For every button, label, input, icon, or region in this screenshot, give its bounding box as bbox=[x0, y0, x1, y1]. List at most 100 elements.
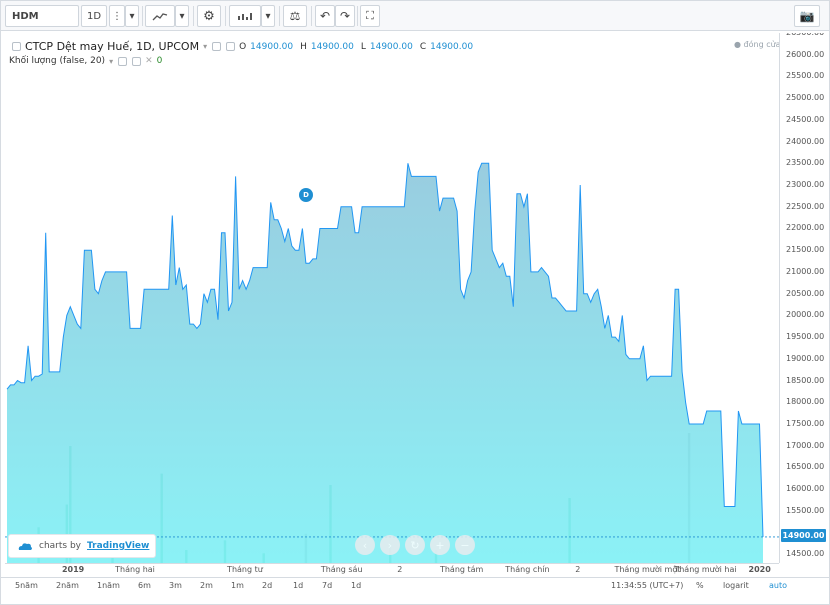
volume-value: 0 bbox=[156, 56, 163, 66]
price-tick-label: 25500.00 bbox=[786, 71, 825, 81]
interval-button[interactable]: 1D bbox=[81, 5, 107, 27]
high-value: 14900.00 bbox=[310, 41, 354, 52]
market-status-dot-icon: ● bbox=[734, 40, 741, 49]
price-tick-label: 26000.00 bbox=[786, 49, 825, 59]
price-scale[interactable]: 26500.00 26000.00 25500.00 25000.00 24500.00… bbox=[779, 33, 829, 563]
price-tick-label: 20000.00 bbox=[786, 310, 825, 320]
line-chart-icon[interactable] bbox=[145, 5, 175, 27]
price-tick-label: 16500.00 bbox=[786, 462, 825, 472]
price-tick-label: 18500.00 bbox=[786, 375, 825, 385]
auto-scale-button[interactable]: auto bbox=[769, 581, 787, 590]
percent-scale-button[interactable]: % bbox=[696, 581, 704, 590]
more-dots-icon[interactable]: ⋮ bbox=[109, 5, 125, 27]
range-2m-button[interactable]: 2m bbox=[200, 581, 213, 590]
price-tick-label: 19000.00 bbox=[786, 353, 825, 363]
series-settings-icon[interactable] bbox=[226, 42, 236, 51]
symbol-search-input[interactable]: HDM bbox=[5, 5, 79, 27]
range-6m-button[interactable]: 6m bbox=[138, 581, 151, 590]
price-area-chart bbox=[5, 162, 779, 563]
time-axis[interactable]: 2019 Tháng hai Tháng tư Tháng sáu 2 Tháng tám… bbox=[5, 563, 779, 577]
volume-remove-icon[interactable]: ✕ bbox=[145, 56, 153, 66]
time-tick-label: 2019 bbox=[61, 565, 85, 574]
line-chart-icon-svg bbox=[152, 13, 168, 21]
volume-settings-icon[interactable] bbox=[132, 56, 142, 66]
price-tick-label: 21500.00 bbox=[786, 245, 825, 255]
indicators-chevron-icon[interactable]: ▾ bbox=[261, 5, 275, 27]
clock: 11:34:55 (UTC+7) bbox=[611, 581, 684, 590]
range-7d-button[interactable]: 7d bbox=[322, 581, 332, 590]
time-tick-label: Tháng sáu bbox=[320, 565, 363, 574]
market-status: ● đóng cửa bbox=[734, 40, 781, 49]
range-5y-button[interactable]: 5năm bbox=[15, 581, 38, 590]
compare-scale-icon[interactable]: ⚖ bbox=[283, 5, 307, 27]
indicators-icon-svg bbox=[238, 13, 252, 20]
price-tick-label: 23500.00 bbox=[786, 158, 825, 168]
price-tick-label: 16000.00 bbox=[786, 484, 825, 494]
range-2d-button[interactable]: 2d bbox=[262, 581, 272, 590]
redo-icon[interactable]: ↷ bbox=[335, 5, 355, 27]
log-scale-button[interactable]: logarit bbox=[723, 581, 749, 590]
price-tick-label: 15500.00 bbox=[786, 505, 825, 515]
close-value: 14900.00 bbox=[430, 41, 474, 52]
volume-title: Khối lượng (false, 20) bbox=[9, 56, 106, 66]
price-tick-label: 24500.00 bbox=[786, 114, 825, 124]
time-tick-label: Tháng tám bbox=[439, 565, 484, 574]
price-tick-label: 14500.00 bbox=[786, 549, 825, 559]
time-tick-label: Tháng mười hai bbox=[674, 565, 737, 574]
open-value: 14900.00 bbox=[250, 41, 294, 52]
volume-visibility-icon[interactable] bbox=[118, 56, 128, 66]
last-price-badge: 14900.00 bbox=[781, 529, 826, 542]
market-status-text: đóng cửa bbox=[743, 40, 781, 49]
series-menu-chevron-icon[interactable]: ▾ bbox=[203, 42, 207, 51]
open-key: O bbox=[239, 41, 247, 52]
low-key: L bbox=[360, 41, 366, 52]
zoom-out-icon[interactable]: − bbox=[455, 535, 475, 555]
price-tick-label: 23000.00 bbox=[786, 180, 825, 190]
top-toolbar: HDM 1D ⋮ ▾ ▾ ⚙ ▾ ⚖ ↶ ↷ ⛶ 📷 bbox=[1, 1, 829, 31]
range-1d-button[interactable]: 1d bbox=[293, 581, 303, 590]
chart-pane[interactable] bbox=[5, 33, 779, 563]
series-title: CTCP Dệt may Huế, 1D, UPCOM bbox=[25, 40, 200, 53]
reset-chart-icon[interactable]: ↻ bbox=[405, 535, 425, 555]
time-tick-label: Tháng tư bbox=[227, 565, 263, 574]
tradingview-cloud-icon bbox=[18, 543, 32, 550]
range-1y-button[interactable]: 1năm bbox=[97, 581, 120, 590]
fullscreen-icon[interactable]: ⛶ bbox=[360, 5, 380, 27]
low-value: 14900.00 bbox=[369, 41, 413, 52]
price-tick-label: 24000.00 bbox=[786, 136, 825, 146]
range-1m-button[interactable]: 1m bbox=[231, 581, 244, 590]
gear-icon[interactable]: ⚙ bbox=[197, 5, 221, 27]
indicators-icon[interactable] bbox=[229, 5, 261, 27]
price-tick-label: 22500.00 bbox=[786, 201, 825, 211]
range-1d-alt-button[interactable]: 1d bbox=[351, 581, 361, 590]
series-visibility-icon[interactable] bbox=[212, 42, 222, 51]
time-tick-label: 2020 bbox=[748, 565, 771, 574]
collapse-legend-icon[interactable] bbox=[12, 42, 21, 51]
chart-widget: HDM 1D ⋮ ▾ ▾ ⚙ ▾ ⚖ ↶ ↷ ⛶ 📷 CTCP Dệt may … bbox=[0, 0, 830, 605]
range-2y-button[interactable]: 2năm bbox=[56, 581, 79, 590]
chart-legend: CTCP Dệt may Huế, 1D, UPCOM ▾ O 14900.00… bbox=[11, 40, 476, 53]
tradingview-attribution[interactable]: charts by TradingView bbox=[8, 534, 156, 558]
dividend-marker[interactable]: D bbox=[299, 188, 313, 202]
price-tick-label: 21000.00 bbox=[786, 266, 825, 276]
chart-type-chevron-icon[interactable]: ▾ bbox=[175, 5, 189, 27]
time-tick-label: Tháng chín bbox=[505, 565, 550, 574]
time-tick-label: Tháng hai bbox=[115, 565, 155, 574]
scroll-left-icon[interactable]: ‹ bbox=[355, 535, 375, 555]
branding-prefix: charts by bbox=[39, 541, 81, 551]
camera-icon[interactable]: 📷 bbox=[794, 5, 820, 27]
chevron-down-icon[interactable]: ▾ bbox=[125, 5, 139, 27]
time-tick-label: 2 bbox=[397, 565, 403, 574]
close-key: C bbox=[419, 41, 427, 52]
price-tick-label: 17500.00 bbox=[786, 418, 825, 428]
price-tick-label: 17000.00 bbox=[786, 440, 825, 450]
branding-link[interactable]: TradingView bbox=[87, 541, 149, 551]
price-tick-label: 22000.00 bbox=[786, 223, 825, 233]
price-area-fill bbox=[7, 163, 763, 563]
undo-icon[interactable]: ↶ bbox=[315, 5, 335, 27]
range-3m-button[interactable]: 3m bbox=[169, 581, 182, 590]
scroll-right-icon[interactable]: › bbox=[380, 535, 400, 555]
zoom-in-icon[interactable]: + bbox=[430, 535, 450, 555]
volume-menu-chevron-icon[interactable]: ▾ bbox=[109, 57, 113, 66]
volume-legend: Khối lượng (false, 20) ▾ ✕ 0 bbox=[9, 56, 162, 66]
